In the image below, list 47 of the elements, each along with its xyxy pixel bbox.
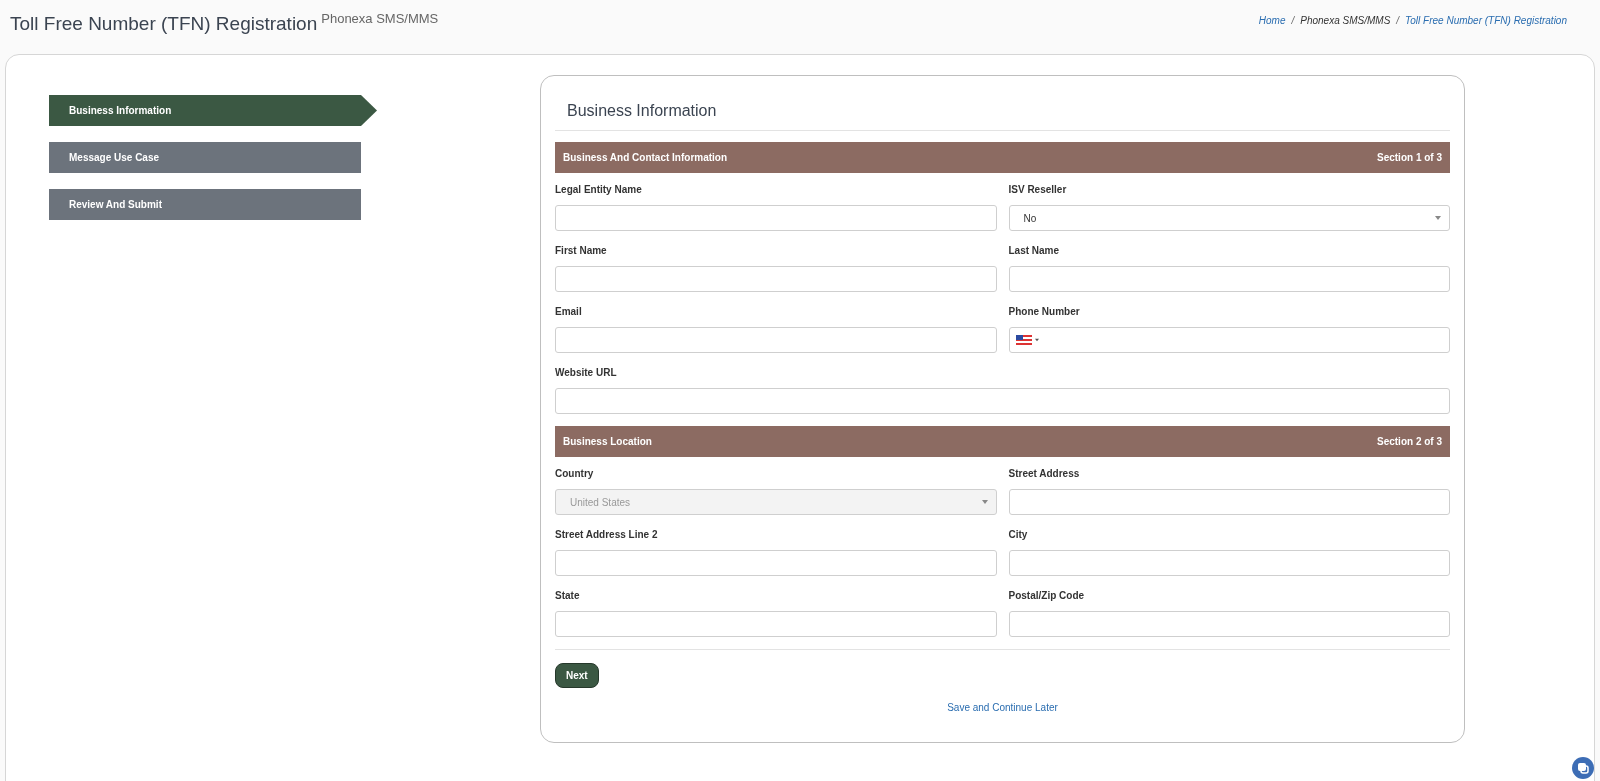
caret-icon [1034, 338, 1039, 342]
field-label: Email [555, 306, 583, 319]
section-title: Business And Contact Information [563, 152, 728, 163]
field-label: Street Address [1008, 468, 1081, 481]
field-label: Country [555, 468, 595, 481]
step-tab[interactable]: Business Information [49, 95, 377, 126]
page-subtitle: Phonexa SMS/MMS [321, 11, 439, 26]
section-title: Business Location [563, 436, 652, 447]
field-label: Postal/Zip Code [1008, 590, 1086, 603]
form-title: Business Information [555, 98, 1450, 131]
input-field[interactable] [555, 550, 997, 576]
field-label: Street Address Line 2 [555, 529, 659, 542]
field-label: City [1008, 529, 1029, 542]
section-counter: Section 1 of 3 [1377, 152, 1442, 163]
input-field[interactable] [555, 611, 997, 637]
field-label: ISV Reseller [1008, 184, 1068, 197]
input-field[interactable] [555, 205, 997, 231]
field-label: Legal Entity Name [555, 184, 643, 197]
breadcrumb-item: Phonexa SMS/MMS [1300, 15, 1391, 26]
input-field[interactable] [1008, 489, 1450, 515]
input-field[interactable] [555, 388, 1450, 414]
field-label: Last Name [1008, 245, 1061, 258]
input-field[interactable] [1008, 550, 1450, 576]
next-button[interactable]: Next [555, 663, 599, 688]
input-field[interactable] [555, 266, 997, 292]
flag-icon [1015, 335, 1032, 345]
page-title: Toll Free Number (TFN) Registration [10, 13, 318, 34]
phone-field[interactable] [1008, 327, 1450, 353]
caret-icon [981, 500, 988, 504]
field-label: Website URL [555, 367, 618, 380]
section-counter: Section 2 of 3 [1377, 436, 1442, 447]
help-icon[interactable] [1572, 757, 1594, 779]
input-field[interactable] [1008, 611, 1450, 637]
field-label: First Name [555, 245, 608, 258]
step-tab[interactable]: Review And Submit [49, 189, 361, 220]
caret-icon [1435, 216, 1441, 220]
select-field[interactable]: No [1008, 205, 1450, 231]
breadcrumb-item[interactable]: Toll Free Number (TFN) Registration [1405, 15, 1567, 26]
input-field[interactable] [555, 327, 997, 353]
field-label: State [555, 590, 581, 603]
input-field[interactable] [1008, 266, 1450, 292]
breadcrumb-separator: / [1291, 15, 1295, 26]
field-label: Phone Number [1008, 306, 1081, 319]
step-tab[interactable]: Message Use Case [49, 142, 361, 173]
breadcrumb-item[interactable]: Home [1258, 15, 1286, 26]
breadcrumb-separator: / [1396, 15, 1400, 26]
save-link[interactable]: Save and Continue Later [555, 702, 1450, 713]
